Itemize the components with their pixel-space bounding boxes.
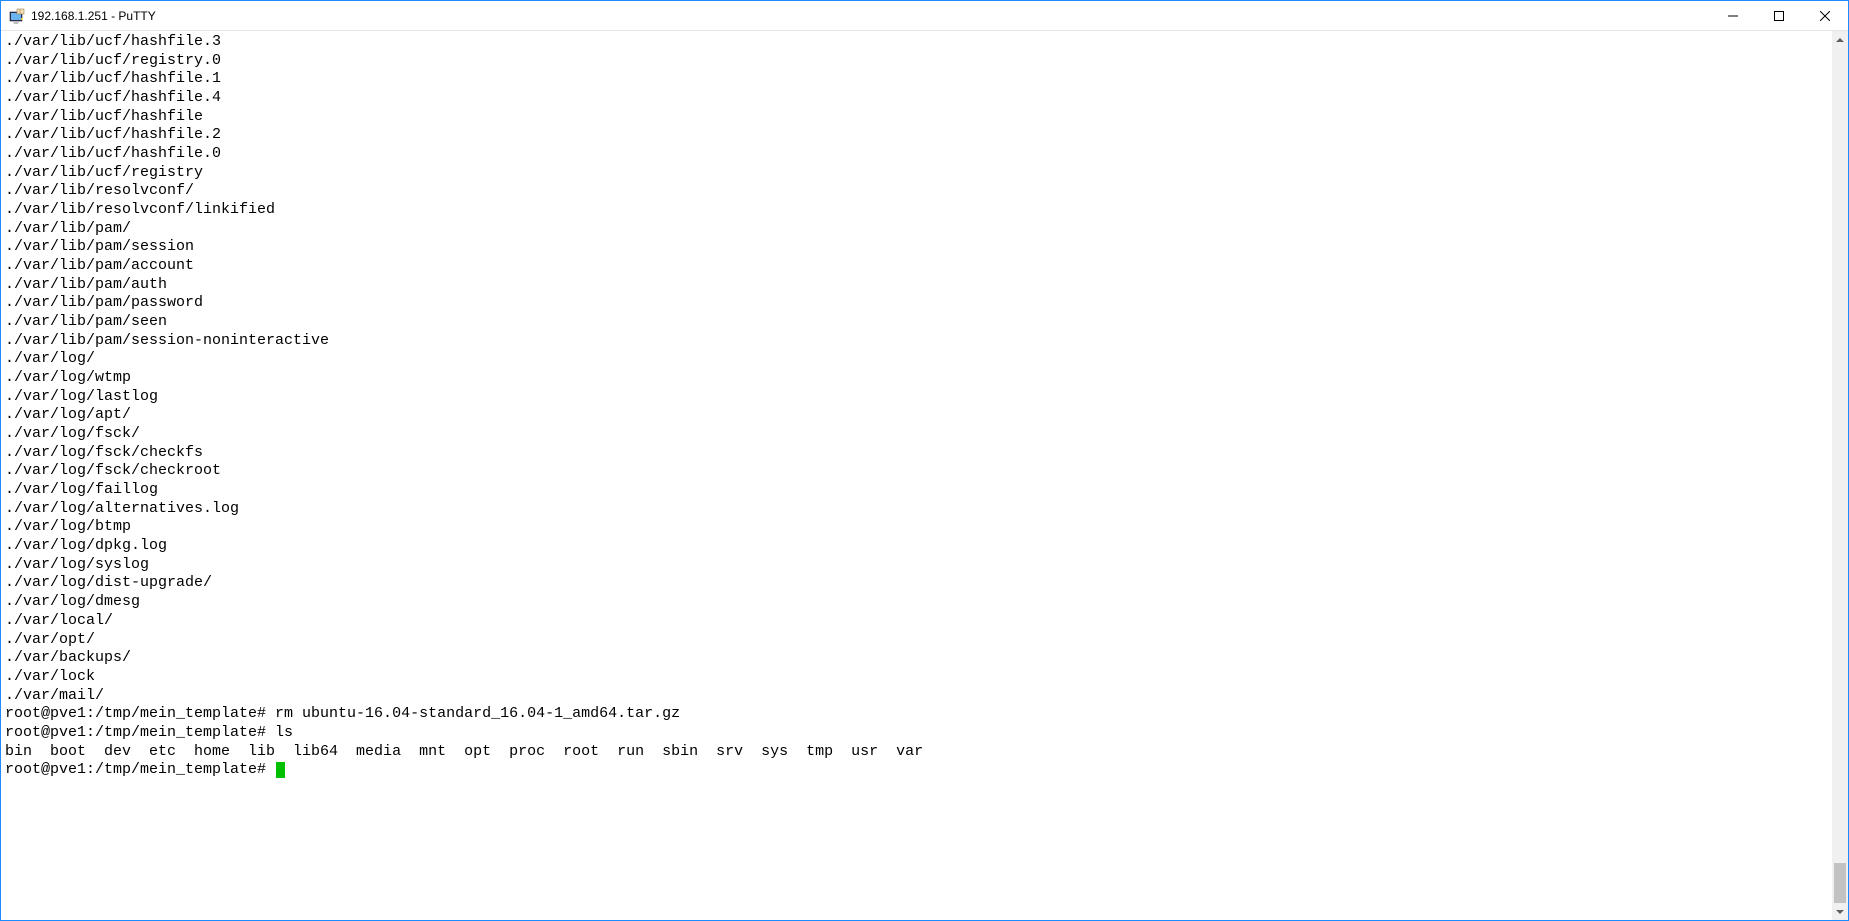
scroll-down-arrow[interactable] — [1832, 903, 1848, 920]
output-line: ./var/log/syslog — [5, 556, 1827, 575]
output-line: ./var/lib/ucf/hashfile — [5, 108, 1827, 127]
output-line: ./var/lib/resolvconf/linkified — [5, 201, 1827, 220]
output-line: ./var/lib/pam/seen — [5, 313, 1827, 332]
window-title: 192.168.1.251 - PuTTY — [31, 9, 156, 23]
output-line: ./var/log/apt/ — [5, 406, 1827, 425]
output-line: ./var/lib/ucf/hashfile.0 — [5, 145, 1827, 164]
titlebar[interactable]: 192.168.1.251 - PuTTY — [1, 1, 1848, 31]
output-line: ./var/log/dpkg.log — [5, 537, 1827, 556]
output-line: ./var/lib/ucf/hashfile.4 — [5, 89, 1827, 108]
ls-output-line: bin boot dev etc home lib lib64 media mn… — [5, 743, 1827, 762]
output-line: ./var/lib/ucf/hashfile.2 — [5, 126, 1827, 145]
output-line: ./var/log/btmp — [5, 518, 1827, 537]
output-line: ./var/opt/ — [5, 631, 1827, 650]
prompt-line: root@pve1:/tmp/mein_template# rm ubuntu-… — [5, 705, 1827, 724]
prompt-line: root@pve1:/tmp/mein_template# ls — [5, 724, 1827, 743]
cursor — [276, 762, 285, 778]
output-line: ./var/lib/pam/session-noninteractive — [5, 332, 1827, 351]
output-line: ./var/lib/ucf/registry.0 — [5, 52, 1827, 71]
output-line: ./var/lib/pam/account — [5, 257, 1827, 276]
output-line: ./var/lib/ucf/registry — [5, 164, 1827, 183]
maximize-button[interactable] — [1756, 1, 1802, 30]
client-area: ./var/lib/ucf/hashfile.3./var/lib/ucf/re… — [1, 31, 1848, 920]
output-line: ./var/lib/pam/auth — [5, 276, 1827, 295]
output-line: ./var/log/faillog — [5, 481, 1827, 500]
output-line: ./var/log/lastlog — [5, 388, 1827, 407]
output-line: ./var/log/ — [5, 350, 1827, 369]
output-line: ./var/log/fsck/checkfs — [5, 444, 1827, 463]
output-line: ./var/lib/pam/session — [5, 238, 1827, 257]
putty-window: 192.168.1.251 - PuTTY ./var/lib/ucf/hash… — [0, 0, 1849, 921]
output-line: ./var/log/fsck/ — [5, 425, 1827, 444]
output-line: ./var/log/alternatives.log — [5, 500, 1827, 519]
scroll-up-arrow[interactable] — [1832, 31, 1848, 48]
output-line: ./var/log/dmesg — [5, 593, 1827, 612]
scrollbar[interactable] — [1831, 31, 1848, 920]
minimize-button[interactable] — [1710, 1, 1756, 30]
terminal[interactable]: ./var/lib/ucf/hashfile.3./var/lib/ucf/re… — [1, 31, 1831, 920]
putty-icon — [9, 8, 25, 24]
close-button[interactable] — [1802, 1, 1848, 30]
scroll-track[interactable] — [1832, 48, 1848, 903]
prompt-line-active: root@pve1:/tmp/mein_template# — [5, 761, 1827, 780]
output-line: ./var/lib/resolvconf/ — [5, 182, 1827, 201]
output-line: ./var/log/fsck/checkroot — [5, 462, 1827, 481]
output-line: ./var/log/wtmp — [5, 369, 1827, 388]
output-line: ./var/lib/pam/ — [5, 220, 1827, 239]
window-controls — [1710, 1, 1848, 30]
output-line: ./var/log/dist-upgrade/ — [5, 574, 1827, 593]
output-line: ./var/local/ — [5, 612, 1827, 631]
output-line: ./var/lib/ucf/hashfile.1 — [5, 70, 1827, 89]
scroll-thumb[interactable] — [1834, 863, 1846, 903]
output-line: ./var/lib/pam/password — [5, 294, 1827, 313]
output-line: ./var/mail/ — [5, 687, 1827, 706]
prompt-text: root@pve1:/tmp/mein_template# — [5, 761, 275, 778]
output-line: ./var/lock — [5, 668, 1827, 687]
output-line: ./var/backups/ — [5, 649, 1827, 668]
output-line: ./var/lib/ucf/hashfile.3 — [5, 33, 1827, 52]
